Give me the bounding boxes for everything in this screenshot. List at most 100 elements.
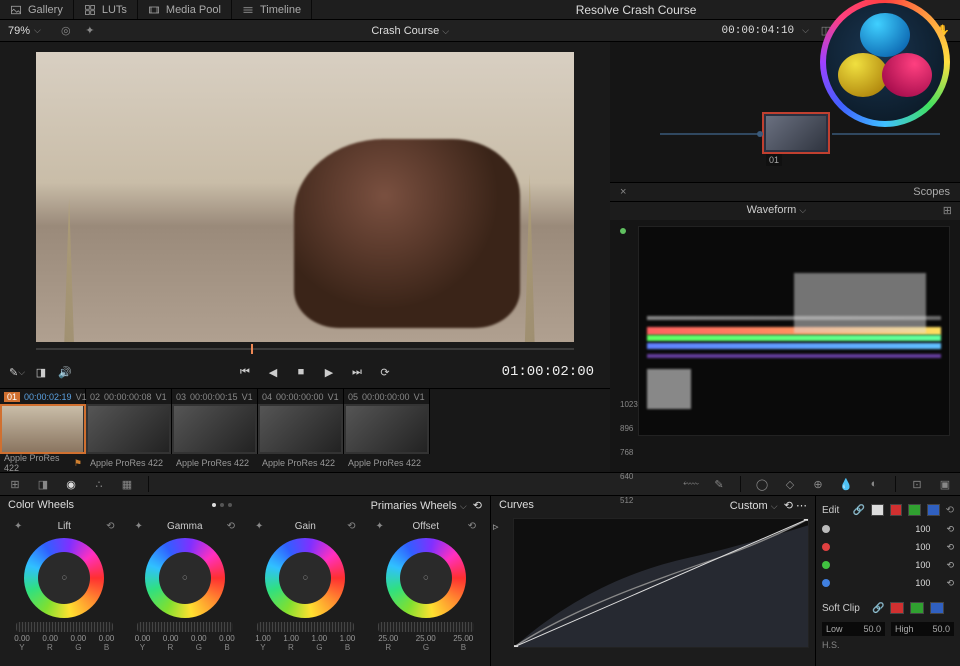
offset-jog[interactable] bbox=[378, 622, 475, 632]
chevron-down-icon: ⌵ bbox=[799, 205, 806, 215]
play-icon[interactable]: ▶ bbox=[322, 365, 336, 379]
lift-jog[interactable] bbox=[16, 622, 113, 632]
next-clip-icon[interactable]: ⏭ bbox=[350, 365, 364, 379]
bypass-icon[interactable]: ◎ bbox=[59, 24, 73, 38]
warper-icon[interactable]: ✎ bbox=[712, 477, 726, 491]
tab-gallery[interactable]: Gallery bbox=[0, 0, 74, 19]
offset-wheel: ✦Offset⟲ 25.0025.0025.00 RGB bbox=[370, 518, 483, 652]
eyedropper-icon[interactable]: ✎⌵ bbox=[10, 365, 24, 379]
scope-indicator-icon bbox=[620, 228, 626, 234]
intensity-row[interactable]: 100⟲ bbox=[822, 556, 954, 574]
reset-icon[interactable]: ⟲ bbox=[106, 521, 114, 532]
softclip-high-field[interactable]: High50.0 bbox=[891, 622, 954, 636]
wheels-mode[interactable]: Primaries Wheels bbox=[371, 500, 457, 512]
more-icon[interactable]: ⋯ bbox=[796, 500, 807, 512]
waveform-scope[interactable] bbox=[638, 226, 950, 436]
gain-jog[interactable] bbox=[257, 622, 354, 632]
softclip-b-button[interactable] bbox=[930, 602, 944, 614]
intensity-row[interactable]: 100⟲ bbox=[822, 538, 954, 556]
top-bar: Gallery LUTs Media Pool Timeline Resolve… bbox=[0, 0, 960, 20]
reset-icon[interactable]: ⟲ bbox=[946, 560, 954, 571]
viewer-image[interactable] bbox=[36, 52, 574, 342]
color-match-icon[interactable]: ◨ bbox=[36, 477, 50, 491]
scopes-mode-dropdown[interactable]: Waveform ⌵ ⊞ bbox=[610, 202, 960, 220]
viewer-timecode-large[interactable]: 01:00:02:00 bbox=[480, 364, 600, 380]
scope-options-icon[interactable]: ⊞ bbox=[943, 204, 960, 217]
split-screen-icon[interactable]: ◨ bbox=[34, 365, 48, 379]
picker-icon[interactable]: ✦ bbox=[135, 521, 143, 532]
stop-icon[interactable]: ■ bbox=[294, 365, 308, 379]
prev-clip-icon[interactable]: ⏮ bbox=[238, 365, 252, 379]
reset-icon[interactable]: ⟲ bbox=[468, 521, 476, 532]
blur-icon[interactable]: 💧 bbox=[839, 477, 853, 491]
channel-r-button[interactable] bbox=[890, 504, 903, 516]
gamma-jog[interactable] bbox=[137, 622, 234, 632]
wheels-icon[interactable]: ◉ bbox=[64, 477, 78, 491]
reset-icon[interactable]: ⟲ bbox=[946, 524, 954, 535]
wand-icon[interactable]: ✦ bbox=[83, 24, 97, 38]
motion-icon[interactable]: ▦ bbox=[120, 477, 134, 491]
intensity-row[interactable]: 100⟲ bbox=[822, 574, 954, 592]
curve-editor[interactable] bbox=[513, 518, 809, 648]
tab-timeline[interactable]: Timeline bbox=[232, 0, 312, 19]
reset-icon[interactable]: ⟲ bbox=[946, 542, 954, 553]
curves-mode[interactable]: Custom bbox=[730, 500, 768, 512]
softclip-r-button[interactable] bbox=[890, 602, 904, 614]
tab-timeline-label: Timeline bbox=[260, 4, 301, 16]
gamma-color-wheel[interactable] bbox=[145, 538, 225, 618]
hs-label: H.S. bbox=[822, 640, 954, 650]
gain-color-wheel[interactable] bbox=[265, 538, 345, 618]
tracking-icon[interactable]: ⊕ bbox=[811, 477, 825, 491]
thumbnail-strip bbox=[0, 404, 610, 454]
gallery-icon bbox=[10, 4, 22, 16]
key-icon[interactable]: ◐ bbox=[867, 477, 881, 491]
picker-icon[interactable]: ✦ bbox=[376, 521, 384, 532]
reverse-icon[interactable]: ◀ bbox=[266, 365, 280, 379]
picker-icon[interactable]: ✦ bbox=[255, 521, 263, 532]
clip-thumbnail[interactable] bbox=[258, 404, 344, 454]
softclip-low-field[interactable]: Low50.0 bbox=[822, 622, 885, 636]
transport-bar: ✎⌵ ◨ 🔊 ⏮ ◀ ■ ▶ ⏭ ⟳ 01:00:02:00 bbox=[0, 356, 610, 388]
wheels-title: Color Wheels bbox=[8, 499, 74, 511]
reset-icon[interactable]: ⟲ bbox=[784, 500, 793, 512]
reset-icon[interactable]: ⟲ bbox=[946, 505, 954, 516]
reset-icon[interactable]: ⟲ bbox=[473, 500, 482, 512]
close-icon[interactable]: × bbox=[620, 186, 626, 198]
intensity-row[interactable]: 100⟲ bbox=[822, 520, 954, 538]
reset-icon[interactable]: ⟲ bbox=[347, 521, 355, 532]
link-icon[interactable]: 🔗 bbox=[872, 603, 884, 614]
viewer-timecode-small[interactable]: 00:00:04:10 bbox=[714, 25, 803, 37]
tab-luts[interactable]: LUTs bbox=[74, 0, 138, 19]
rgb-mixer-icon[interactable]: ∴ bbox=[92, 477, 106, 491]
channel-g-button[interactable] bbox=[908, 504, 921, 516]
reset-icon[interactable]: ⟲ bbox=[227, 521, 235, 532]
sizing-icon[interactable]: ⊡ bbox=[910, 477, 924, 491]
channel-b-button[interactable] bbox=[927, 504, 940, 516]
scrubber[interactable] bbox=[36, 342, 574, 356]
loop-icon[interactable]: ⟳ bbox=[378, 365, 392, 379]
softclip-g-button[interactable] bbox=[910, 602, 924, 614]
clip-thumbnail[interactable] bbox=[172, 404, 258, 454]
clip-thumbnail[interactable] bbox=[344, 404, 430, 454]
playhead-icon[interactable] bbox=[251, 344, 253, 354]
reset-icon[interactable]: ⟲ bbox=[946, 578, 954, 589]
clip-thumbnail[interactable] bbox=[0, 404, 86, 454]
3d-icon[interactable]: ▣ bbox=[938, 477, 952, 491]
spline-mode-icon[interactable]: ▹ bbox=[491, 514, 507, 652]
window-icon[interactable]: ◇ bbox=[783, 477, 797, 491]
clip-name-dropdown[interactable]: Crash Course ⌵ bbox=[107, 25, 714, 37]
offset-color-wheel[interactable] bbox=[386, 538, 466, 618]
lift-color-wheel[interactable] bbox=[24, 538, 104, 618]
clip-thumbnail[interactable] bbox=[86, 404, 172, 454]
link-icon[interactable]: 🔗 bbox=[853, 505, 865, 516]
flag-icon: ⚑ bbox=[74, 458, 82, 469]
camera-raw-icon[interactable]: ⊞ bbox=[8, 477, 22, 491]
picker-icon[interactable]: ✦ bbox=[14, 521, 22, 532]
qualifier-icon[interactable]: ◯ bbox=[755, 477, 769, 491]
zoom-dropdown[interactable]: 79% ⌵ bbox=[0, 25, 49, 37]
curves-icon[interactable]: ⬳ bbox=[684, 477, 698, 491]
audio-icon[interactable]: 🔊 bbox=[58, 365, 72, 379]
channel-y-button[interactable] bbox=[871, 504, 884, 516]
tab-media-pool[interactable]: Media Pool bbox=[138, 0, 232, 19]
chevron-down-icon: ⌵ bbox=[34, 25, 41, 36]
